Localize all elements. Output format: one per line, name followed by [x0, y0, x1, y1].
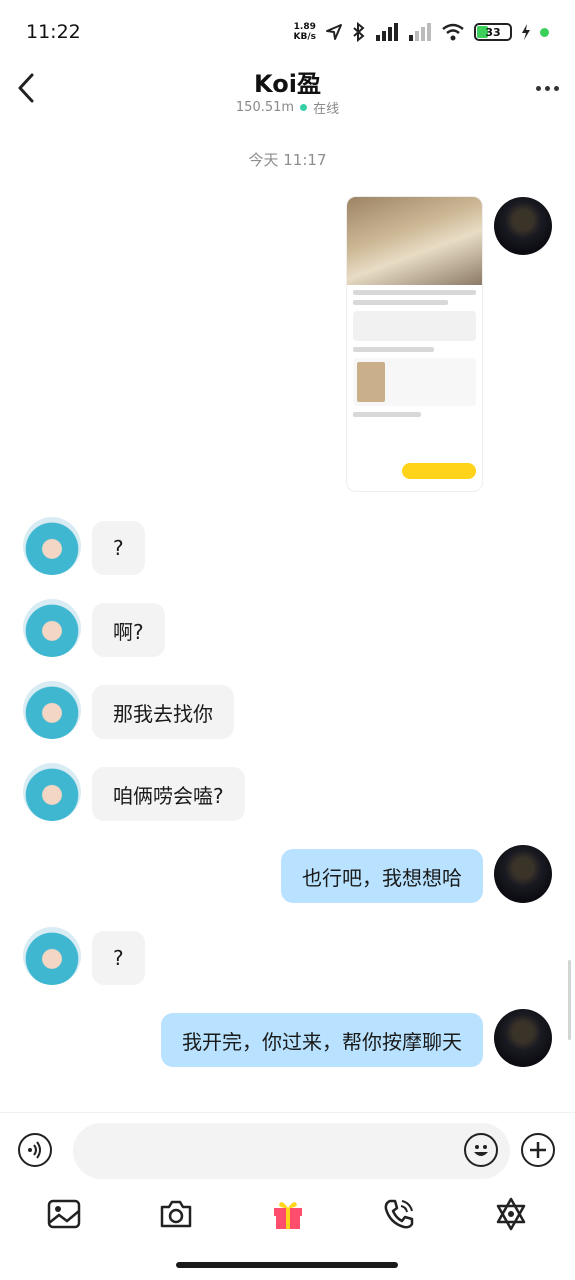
image-room-card [353, 358, 476, 406]
emoji-button[interactable] [464, 1133, 498, 1167]
my-avatar[interactable] [494, 197, 552, 255]
wifi-icon [442, 23, 464, 41]
network-speed-unit: KB/s [293, 32, 316, 42]
message-bubble[interactable]: ? [92, 931, 145, 985]
battery-icon: 33 [474, 23, 512, 41]
network-speed: 1.89 KB/s [294, 22, 316, 42]
bluetooth-icon [353, 22, 365, 42]
home-indicator[interactable] [176, 1262, 398, 1268]
message-bubble[interactable]: ? [92, 521, 145, 575]
message-bubble[interactable]: 啊? [92, 603, 165, 657]
voice-button[interactable] [18, 1133, 52, 1167]
scrollbar[interactable] [568, 960, 571, 1040]
online-dot [300, 104, 308, 111]
phone-call-icon [384, 1199, 414, 1229]
contact-status: 150.51m 在线 [0, 98, 575, 117]
image-icon [47, 1199, 81, 1229]
friend-avatar[interactable] [23, 681, 81, 739]
more-icon-dot [554, 85, 559, 91]
shared-image-message[interactable] [346, 196, 483, 492]
contact-name: Koi盈 [254, 70, 321, 98]
room-photo [347, 197, 482, 285]
more-button[interactable] [536, 74, 559, 102]
friend-avatar[interactable] [23, 927, 81, 985]
status-bar: 11:22 1.89 KB/s 33 [0, 0, 575, 64]
image-card [353, 311, 476, 341]
gift-icon [274, 1202, 302, 1229]
contact-distance: 150.51m [235, 100, 295, 115]
network-speed-value: 1.89 [293, 22, 316, 32]
status-time: 11:22 [26, 21, 81, 43]
battery-level: 33 [485, 25, 501, 39]
my-avatar[interactable] [494, 845, 552, 903]
charging-icon [522, 24, 530, 40]
friend-avatar[interactable] [23, 599, 81, 657]
chat-header: Koi盈 150.51m 在线 [0, 60, 575, 120]
message-bubble[interactable]: 那我去找你 [92, 685, 234, 739]
input-bar [0, 1112, 575, 1182]
online-status: 在线 [313, 102, 340, 117]
plus-button[interactable] [521, 1133, 555, 1167]
message-bubble[interactable]: 我开完，你过来，帮你按摩聊天 [161, 1013, 483, 1067]
my-avatar[interactable] [494, 1009, 552, 1067]
image-text-line [353, 412, 421, 417]
message-input[interactable] [73, 1123, 510, 1179]
plus-icon [530, 1142, 546, 1158]
image-book-button [402, 463, 476, 479]
message-bubble[interactable]: 也行吧，我想想哈 [281, 849, 483, 903]
voice-icon [28, 1141, 41, 1159]
image-text-line [353, 347, 434, 352]
emoji-icon [474, 1145, 488, 1156]
camera-button[interactable] [158, 1196, 194, 1232]
image-text-line [353, 300, 448, 305]
tool-bar [0, 1190, 575, 1240]
status-icons: 1.89 KB/s 33 [294, 22, 549, 42]
friend-avatar[interactable] [23, 517, 81, 575]
signal-weak-icon [409, 23, 431, 41]
room-thumb [357, 362, 385, 402]
image-text-line [353, 290, 476, 295]
more-icon-dot [545, 85, 550, 91]
location-icon [326, 24, 342, 40]
call-button[interactable] [381, 1196, 417, 1232]
privacy-dot [540, 27, 549, 37]
signal-icon [376, 23, 398, 41]
image-button[interactable] [46, 1196, 82, 1232]
star-button[interactable] [493, 1196, 529, 1232]
gift-button[interactable] [270, 1196, 306, 1232]
star-icon [496, 1197, 526, 1231]
message-bubble[interactable]: 咱俩唠会嗑? [92, 767, 245, 821]
camera-icon [160, 1200, 192, 1228]
friend-avatar[interactable] [23, 763, 81, 821]
chat-timestamp: 今天 11:17 [248, 151, 327, 169]
more-icon [536, 85, 541, 91]
